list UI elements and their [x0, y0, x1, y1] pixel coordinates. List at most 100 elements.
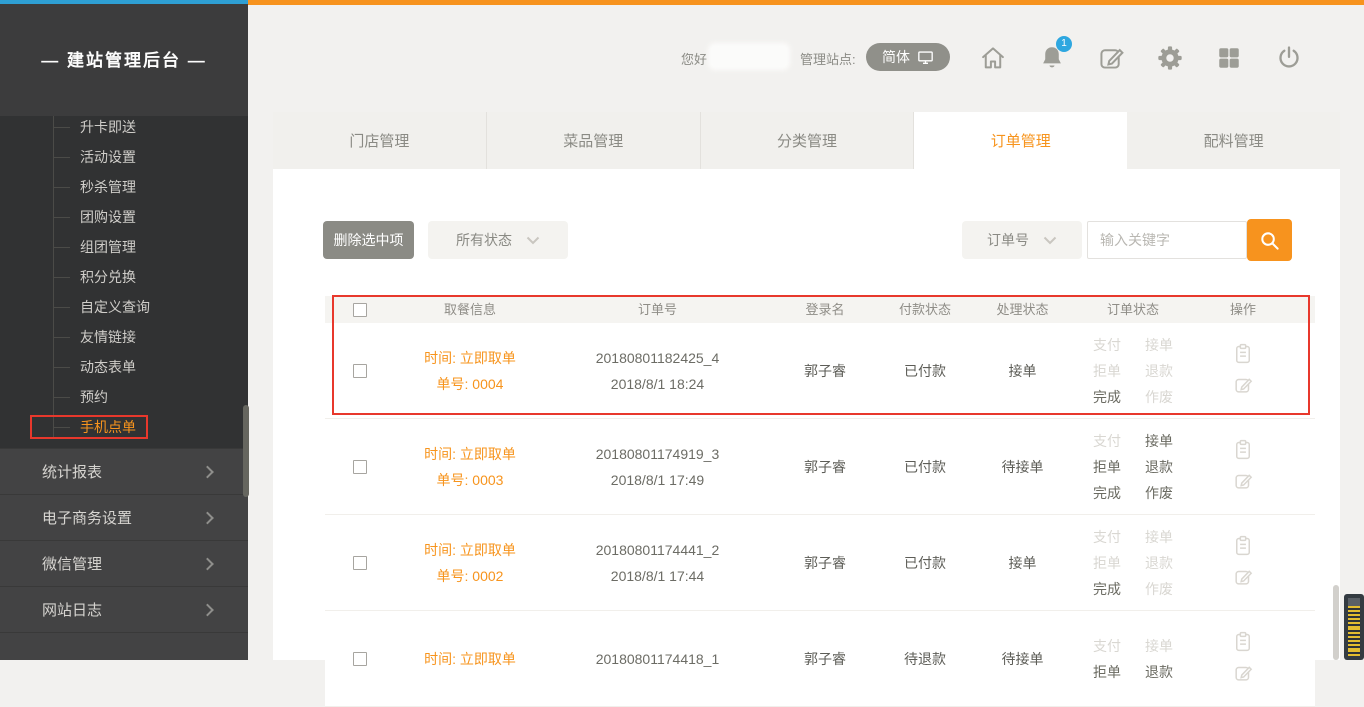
status-action-enabled[interactable]: 接单	[1145, 428, 1173, 454]
status-action-disabled[interactable]: 拒单	[1093, 550, 1121, 576]
row-checkbox[interactable]	[353, 652, 367, 666]
pickup-time: 时间: 立即取单	[424, 537, 516, 563]
notification-badge: 1	[1056, 36, 1072, 52]
search-input[interactable]	[1087, 221, 1247, 259]
edit-icon[interactable]	[1096, 43, 1126, 73]
search-button[interactable]	[1247, 219, 1292, 261]
sidebar-item[interactable]: 手机点单	[0, 412, 248, 442]
status-action-enabled[interactable]: 完成	[1093, 576, 1121, 602]
edit-order-icon[interactable]	[1233, 471, 1253, 494]
sidebar-menu: 升卡即送活动设置秒杀管理团购设置组团管理积分兑换自定义查询友情链接动态表单预约手…	[0, 112, 248, 450]
edit-order-icon[interactable]	[1233, 375, 1253, 398]
sidebar-item[interactable]: 积分兑换	[0, 262, 248, 292]
grid-icon[interactable]	[1214, 43, 1244, 73]
sidebar-item[interactable]: 动态表单	[0, 352, 248, 382]
tab-item[interactable]: 菜品管理	[487, 112, 701, 169]
gear-icon[interactable]	[1155, 43, 1185, 73]
home-icon[interactable]	[978, 43, 1008, 73]
login-name-cell: 郭子睿	[770, 358, 880, 384]
status-action-enabled[interactable]: 退款	[1145, 659, 1173, 685]
status-action-disabled[interactable]: 退款	[1145, 358, 1173, 384]
order-no-cell: 20180801182425_42018/8/1 18:24	[545, 345, 770, 397]
sidebar-section[interactable]: 网站日志	[0, 586, 248, 632]
select-all-checkbox[interactable]	[353, 303, 367, 317]
status-action-disabled[interactable]: 接单	[1145, 332, 1173, 358]
app-logo: — 建站管理后台 —	[0, 0, 248, 116]
status-action-disabled[interactable]: 接单	[1145, 524, 1173, 550]
status-action-disabled[interactable]: 拒单	[1093, 358, 1121, 384]
status-action-disabled[interactable]: 支付	[1093, 524, 1121, 550]
sidebar-section-label: 统计报表	[42, 461, 102, 482]
sidebar-item-label: 积分兑换	[80, 269, 136, 285]
app-title: — 建站管理后台 —	[41, 46, 206, 71]
search-icon	[1258, 229, 1281, 252]
tab-bar: 门店管理菜品管理分类管理订单管理配料管理	[273, 112, 1340, 169]
pay-status-cell: 待退款	[880, 646, 970, 672]
search-field-select[interactable]: 订单号	[962, 221, 1082, 259]
status-action-enabled[interactable]: 作废	[1145, 480, 1173, 506]
edit-order-icon[interactable]	[1233, 567, 1253, 590]
username-redacted	[708, 43, 790, 70]
bell-icon[interactable]: 1	[1037, 43, 1067, 73]
status-action-disabled[interactable]: 作废	[1145, 384, 1173, 410]
actions-cell	[1198, 343, 1288, 398]
sidebar: — 建站管理后台 — 升卡即送活动设置秒杀管理团购设置组团管理积分兑换自定义查询…	[0, 0, 248, 660]
row-checkbox[interactable]	[353, 556, 367, 570]
sidebar-item[interactable]: 团购设置	[0, 202, 248, 232]
power-icon[interactable]	[1274, 43, 1304, 73]
sidebar-item[interactable]: 预约	[0, 382, 248, 412]
tab-item[interactable]: 配料管理	[1127, 112, 1340, 169]
sidebar-section[interactable]: 统计报表	[0, 448, 248, 494]
tab-item[interactable]: 门店管理	[273, 112, 487, 169]
language-switch-button[interactable]: 简体	[866, 43, 950, 71]
corner-extension-widget	[1344, 594, 1364, 660]
sidebar-scrollbar-thumb[interactable]	[243, 405, 249, 497]
copy-order-icon[interactable]	[1233, 631, 1253, 656]
sidebar-item[interactable]: 组团管理	[0, 232, 248, 262]
table-row: 时间: 立即取单单号: 000420180801182425_42018/8/1…	[325, 323, 1315, 419]
order-no: 20180801174441_2	[596, 537, 720, 563]
action-icons	[1233, 631, 1253, 686]
sidebar-item[interactable]: 友情链接	[0, 322, 248, 352]
status-filter-select[interactable]: 所有状态	[428, 221, 568, 259]
row-checkbox[interactable]	[353, 460, 367, 474]
pickup-info-cell: 时间: 立即取单	[395, 646, 545, 672]
sidebar-item[interactable]: 升卡即送	[0, 112, 248, 142]
status-action-disabled[interactable]: 退款	[1145, 550, 1173, 576]
sidebar-item[interactable]: 自定义查询	[0, 292, 248, 322]
actions-cell	[1198, 631, 1288, 686]
sidebar-section-label: 微信管理	[42, 553, 102, 574]
sidebar-item-label: 动态表单	[80, 359, 136, 375]
status-action-enabled[interactable]: 完成	[1093, 480, 1121, 506]
sidebar-item-label: 预约	[80, 389, 108, 405]
order-status-grid: 支付接单拒单退款完成作废	[1093, 524, 1173, 602]
tab-active[interactable]: 订单管理	[914, 112, 1127, 169]
tab-item[interactable]: 分类管理	[701, 112, 915, 169]
status-action-disabled[interactable]: 作废	[1145, 576, 1173, 602]
order-no-cell: 20180801174919_32018/8/1 17:49	[545, 441, 770, 493]
status-action-enabled[interactable]: 退款	[1145, 454, 1173, 480]
row-checkbox[interactable]	[353, 364, 367, 378]
status-action-disabled[interactable]: 支付	[1093, 633, 1121, 659]
status-action-disabled[interactable]: 接单	[1145, 633, 1173, 659]
copy-order-icon[interactable]	[1233, 535, 1253, 560]
status-action-enabled[interactable]: 拒单	[1093, 454, 1121, 480]
delete-selected-button[interactable]: 删除选中项	[323, 221, 414, 259]
sidebar-section[interactable]: 电子商务设置	[0, 494, 248, 540]
sidebar-section[interactable]: 微信管理	[0, 540, 248, 586]
content-scrollbar-thumb[interactable]	[1333, 585, 1339, 660]
copy-order-icon[interactable]	[1233, 439, 1253, 464]
status-action-disabled[interactable]: 支付	[1093, 428, 1121, 454]
site-label: 管理站点:	[800, 49, 856, 68]
copy-order-icon[interactable]	[1233, 343, 1253, 368]
status-action-enabled[interactable]: 完成	[1093, 384, 1121, 410]
order-status-grid: 支付接单拒单退款完成作废	[1093, 428, 1173, 506]
pickup-info-cell: 时间: 立即取单单号: 0002	[395, 537, 545, 589]
edit-order-icon[interactable]	[1233, 663, 1253, 686]
sidebar-item-label: 升卡即送	[80, 119, 136, 135]
status-action-disabled[interactable]: 支付	[1093, 332, 1121, 358]
status-action-enabled[interactable]: 拒单	[1093, 659, 1121, 685]
pickup-time: 时间: 立即取单	[424, 646, 516, 672]
sidebar-item[interactable]: 活动设置	[0, 142, 248, 172]
sidebar-item[interactable]: 秒杀管理	[0, 172, 248, 202]
